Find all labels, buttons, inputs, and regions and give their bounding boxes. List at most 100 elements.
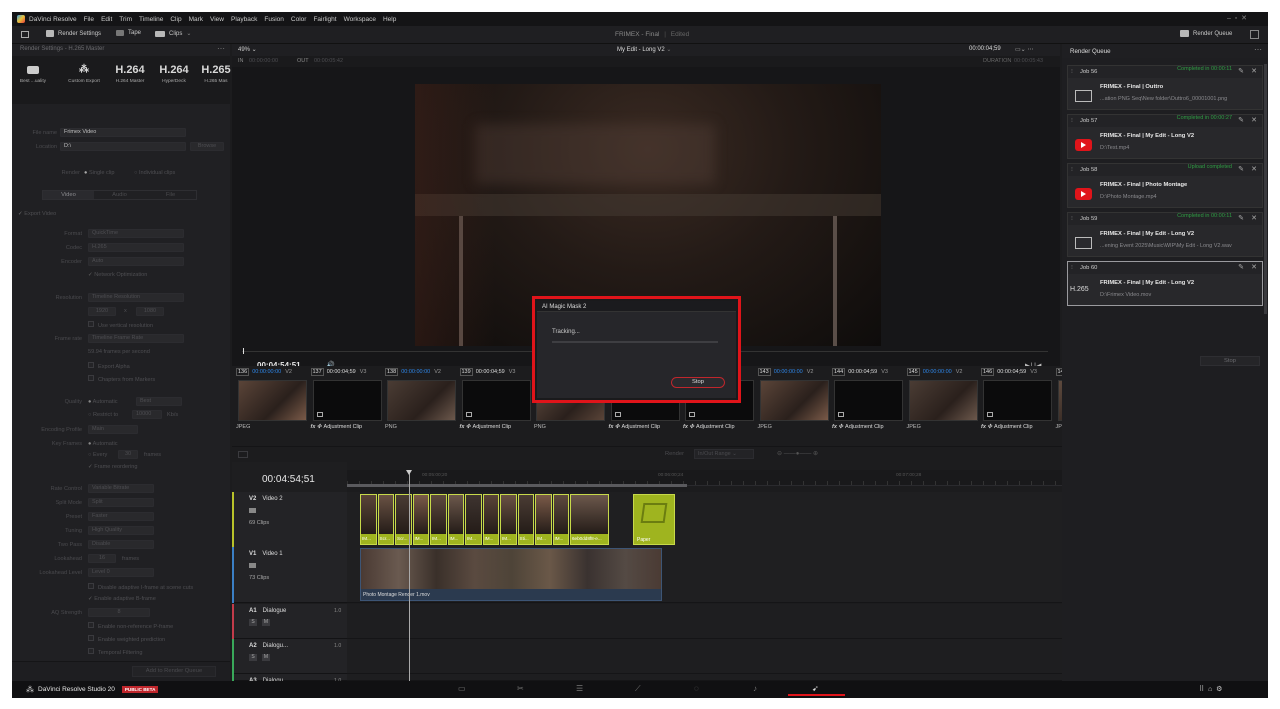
file-name-input[interactable]: Frimex Video bbox=[60, 128, 186, 137]
restrict-input[interactable]: 10000 bbox=[132, 410, 162, 419]
tab-video[interactable]: Video bbox=[43, 191, 94, 199]
strip-clip[interactable]: 146 00:00:04;59 V3 fx ✣ Adjustment Clip bbox=[981, 366, 1054, 446]
cut-icon[interactable]: ✂ bbox=[517, 684, 524, 693]
keyframes-every-radio[interactable]: ○ Every bbox=[88, 452, 107, 458]
location-input[interactable]: D:\ bbox=[60, 142, 186, 151]
rate-control-select[interactable]: Variable Bitrate bbox=[88, 484, 154, 493]
aq-strength-input[interactable]: 8 bbox=[88, 608, 150, 617]
v2-clip[interactable]: IM... bbox=[500, 494, 517, 545]
keyframes-auto-radio[interactable]: ● Automatic bbox=[88, 441, 118, 447]
clip-thumbnail[interactable] bbox=[759, 380, 829, 421]
network-opt-checkbox[interactable]: ✓ Network Optimization bbox=[88, 272, 147, 278]
menu-fusion[interactable]: Fusion bbox=[264, 16, 284, 23]
drag-handle-icon[interactable]: ⁝ bbox=[1071, 164, 1073, 176]
remove-job-icon[interactable]: ✕ bbox=[1251, 116, 1257, 124]
width-input[interactable]: 1920 bbox=[88, 307, 116, 316]
render-settings-button[interactable]: Render Settings bbox=[46, 30, 101, 37]
preset-h265-master[interactable]: H.265 H.265 Mas bbox=[200, 62, 232, 84]
split-mode-select[interactable]: Split bbox=[88, 498, 154, 507]
kf-every-input[interactable]: 30 bbox=[118, 450, 138, 459]
fairlight-icon[interactable]: ♪ bbox=[753, 684, 757, 693]
two-pass-select[interactable]: Disable bbox=[88, 540, 154, 549]
strip-clip[interactable]: 144 00:00:04;59 V3 fx ✣ Adjustment Clip bbox=[832, 366, 905, 446]
v2-clip[interactable]: IM... bbox=[482, 494, 499, 545]
height-input[interactable]: 1080 bbox=[136, 307, 164, 316]
preset-hyperdeck[interactable]: H.264 HyperDeck bbox=[154, 62, 194, 84]
fusion-icon[interactable]: ⟋ bbox=[635, 684, 641, 694]
v2-clip[interactable]: Sti... bbox=[517, 494, 534, 545]
drag-handle-icon[interactable]: ⁝ bbox=[1071, 262, 1073, 274]
zoom-slider[interactable]: ⊖ ——●—— ⊕ bbox=[777, 450, 818, 457]
strip-clip[interactable]: 145 00:00:00:00 V2 JPEG bbox=[906, 366, 980, 446]
restrict-radio[interactable]: ○ Restrict to bbox=[88, 412, 118, 418]
frame-reorder-checkbox[interactable]: ✓ Frame reordering bbox=[88, 464, 137, 470]
menu-timeline[interactable]: Timeline bbox=[139, 16, 163, 23]
v2-clip[interactable]: IM... bbox=[430, 494, 447, 545]
single-clip-radio[interactable]: ● Single clip bbox=[84, 170, 114, 176]
menu-fairlight[interactable]: Fairlight bbox=[313, 16, 336, 23]
playhead-marker-icon[interactable] bbox=[406, 470, 412, 475]
v2-clip[interactable]: Scr... bbox=[377, 494, 394, 545]
more-options-icon[interactable]: ⋯ bbox=[217, 44, 225, 53]
disable-iframe-checkbox[interactable]: Disable adaptive I-frame at scene cuts bbox=[88, 583, 193, 591]
timeline-playhead[interactable] bbox=[409, 470, 410, 681]
timeline-select[interactable]: My Edit - Long V2 ⌄ bbox=[617, 46, 671, 53]
weighted-checkbox[interactable]: Enable weighted prediction bbox=[88, 635, 165, 643]
chapters-checkbox[interactable]: Chapters from Markers bbox=[88, 375, 155, 383]
render-job[interactable]: ⁝ Job 57 Completed in 00:00:27 ✎ ✕ FRIMEX - F… bbox=[1067, 114, 1263, 159]
render-range-select[interactable]: In/Out Range ⌄ bbox=[694, 449, 754, 459]
edit-job-icon[interactable]: ✎ bbox=[1238, 116, 1244, 124]
drag-handle-icon[interactable]: ⁝ bbox=[1071, 115, 1073, 127]
clip-thumbnail[interactable] bbox=[834, 380, 903, 421]
lookahead-input[interactable]: 16 bbox=[88, 554, 116, 563]
v2-clip[interactable]: IM... bbox=[535, 494, 552, 545]
resolution-select[interactable]: Timeline Resolution bbox=[88, 293, 184, 302]
tab-file[interactable]: File bbox=[145, 191, 196, 199]
render-job[interactable]: ⁝ Job 56 Completed in 00:00:11 ✎ ✕ FRIMEX - F… bbox=[1067, 65, 1263, 110]
add-to-render-queue-button[interactable]: Add to Render Queue bbox=[132, 666, 216, 677]
export-alpha-checkbox[interactable]: Export Alpha bbox=[88, 362, 130, 370]
export-video-checkbox[interactable]: ✓ Export Video bbox=[18, 211, 56, 217]
enable-bframe-checkbox[interactable]: ✓ Enable adaptive B-frame bbox=[88, 596, 156, 602]
menu-file[interactable]: File bbox=[84, 16, 94, 23]
tuning-select[interactable]: High Quality bbox=[88, 526, 154, 535]
paper-clip[interactable]: Paper bbox=[633, 494, 675, 545]
edit-job-icon[interactable]: ✎ bbox=[1238, 165, 1244, 173]
remove-job-icon[interactable]: ✕ bbox=[1251, 214, 1257, 222]
viewer-options-icon[interactable]: ▭⌄ ⋯ bbox=[1015, 46, 1033, 53]
menu-mark[interactable]: Mark bbox=[189, 16, 203, 23]
menu-trim[interactable]: Trim bbox=[119, 16, 132, 23]
clip-thumbnail[interactable] bbox=[461, 380, 531, 421]
menu-clip[interactable]: Clip bbox=[170, 16, 181, 23]
strip-clip[interactable]: 136 00:00:00:00 V2 JPEG bbox=[236, 366, 309, 446]
codec-select[interactable]: H.265 bbox=[88, 243, 184, 252]
clip-thumbnail[interactable] bbox=[983, 380, 1052, 421]
monitor-icon[interactable] bbox=[21, 31, 29, 38]
v2-clip[interactable]: 6eb0dd8f8-e... bbox=[570, 494, 609, 545]
browse-button[interactable]: Browse bbox=[190, 142, 224, 151]
menu-help[interactable]: Help bbox=[383, 16, 396, 23]
color-icon[interactable]: ◌ bbox=[694, 684, 699, 693]
drag-handle-icon[interactable]: ⁝ bbox=[1071, 213, 1073, 225]
preset-best-quality[interactable]: Best ...uality bbox=[16, 62, 50, 84]
zoom-select[interactable]: 49% ⌄ bbox=[238, 46, 257, 53]
menu-color[interactable]: Color bbox=[291, 16, 307, 23]
clip-thumbnail[interactable] bbox=[238, 380, 307, 421]
clips-button[interactable]: Clips ⌄ bbox=[155, 30, 191, 37]
individual-clips-radio[interactable]: ○ Individual clips bbox=[134, 170, 175, 176]
render-queue-toggle[interactable]: Render Queue bbox=[1180, 30, 1232, 37]
v2-clip[interactable]: IM... bbox=[465, 494, 482, 545]
encoder-select[interactable]: Auto bbox=[88, 257, 184, 266]
dialog-stop-button[interactable]: Stop bbox=[671, 377, 725, 388]
preset-h264-master[interactable]: H.264 H.264 Master bbox=[110, 62, 150, 84]
lookahead-level-select[interactable]: Level 0 bbox=[88, 568, 154, 577]
edit-job-icon[interactable]: ✎ bbox=[1238, 67, 1244, 75]
media-icon[interactable]: ▭ bbox=[458, 684, 466, 693]
render-queue-scrollbar[interactable] bbox=[1264, 64, 1267, 314]
format-select[interactable]: QuickTime bbox=[88, 229, 184, 238]
menu-playback[interactable]: Playback bbox=[231, 16, 257, 23]
preset-select[interactable]: Faster bbox=[88, 512, 154, 521]
menu-workspace[interactable]: Workspace bbox=[344, 16, 376, 23]
preset-custom-export[interactable]: ⁂ Custom Export bbox=[64, 62, 104, 84]
strip-clip[interactable]: 137 00:00:04;59 V3 fx ✣ Adjustment Clip bbox=[310, 366, 384, 446]
